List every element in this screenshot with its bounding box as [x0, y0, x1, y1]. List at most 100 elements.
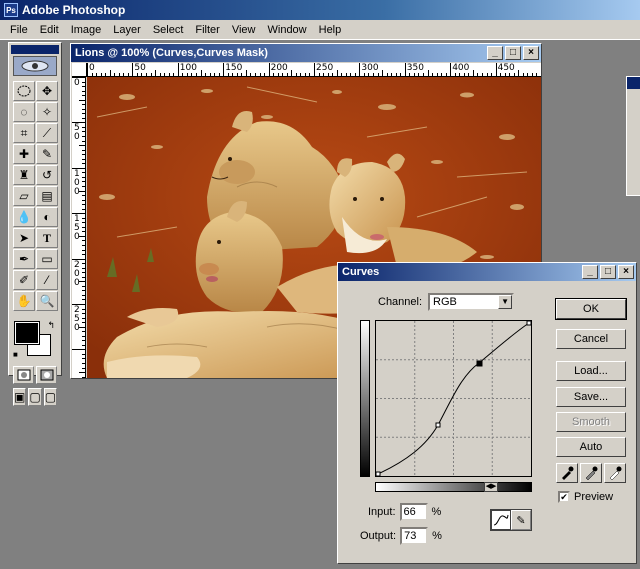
zoom-icon[interactable]: 🔍 — [36, 291, 58, 311]
eyedropper-icon[interactable]: ⁄ — [36, 270, 58, 290]
brush-icon[interactable]: ✎ — [36, 144, 58, 164]
full-screen-menu-mode-icon[interactable]: ▢ — [28, 388, 42, 406]
curve-point-selected[interactable] — [476, 360, 483, 367]
ruler-horizontal[interactable]: 0 50 100 150 200 250 300 350 400 450 — [87, 63, 541, 77]
curves-titlebar[interactable]: Curves _ □ × — [338, 263, 636, 281]
standard-mode-icon[interactable] — [13, 366, 34, 384]
swap-colors-icon[interactable]: ↰ — [47, 320, 55, 331]
ruler-label: 100 — [179, 63, 197, 73]
magic-wand-icon[interactable]: ✧ — [36, 102, 58, 122]
chevron-down-icon[interactable]: ▼ — [498, 295, 513, 309]
preview-checkbox[interactable]: ✔ — [558, 491, 570, 503]
shape-icon[interactable]: ▭ — [36, 249, 58, 269]
history-brush-icon[interactable]: ↺ — [36, 165, 58, 185]
gray-point-eyedropper-icon[interactable] — [580, 463, 602, 483]
menu-window[interactable]: Window — [262, 24, 313, 36]
menu-edit[interactable]: Edit — [34, 24, 65, 36]
menu-image[interactable]: Image — [65, 24, 108, 36]
gradient-icon[interactable]: ▤ — [36, 186, 58, 206]
menu-file[interactable]: File — [4, 24, 34, 36]
ruler-tick — [82, 158, 85, 160]
crop-icon[interactable]: ⌗ — [13, 123, 35, 143]
move-icon[interactable]: ✥ — [36, 81, 58, 101]
curve-graph[interactable] — [375, 320, 532, 477]
standard-screen-mode-icon[interactable]: ▣ — [13, 388, 27, 406]
curve-point-black[interactable] — [375, 471, 381, 477]
dodge-icon[interactable]: ◐ — [36, 207, 58, 227]
curve-point-midtone[interactable] — [435, 422, 441, 428]
notes-icon[interactable]: ✐ — [13, 270, 35, 290]
smooth-button[interactable]: Smooth — [556, 412, 626, 432]
eraser-icon[interactable]: ▱ — [13, 186, 35, 206]
ruler-tick — [82, 154, 85, 156]
ruler-tick — [79, 145, 85, 147]
ruler-tick — [495, 63, 497, 76]
output-field[interactable]: 73 — [400, 527, 429, 545]
maximize-button[interactable]: □ — [505, 46, 521, 60]
curves-close-button[interactable]: × — [618, 265, 634, 279]
minimize-button[interactable]: _ — [487, 46, 503, 60]
ruler-tick — [332, 73, 334, 76]
ruler-label: 450 — [497, 63, 515, 73]
load-button[interactable]: Load... — [556, 361, 626, 381]
ruler-tick — [245, 70, 247, 76]
curves-title: Curves — [342, 266, 380, 278]
ruler-tick — [82, 313, 85, 315]
palette-window-partial[interactable] — [626, 76, 640, 196]
channel-select[interactable]: RGB ▼ — [428, 293, 515, 311]
path-selection-icon[interactable]: ➤ — [13, 228, 35, 248]
ok-button[interactable]: OK — [555, 298, 627, 320]
ruler-origin[interactable] — [72, 63, 87, 77]
clone-stamp-icon[interactable]: ♜ — [13, 165, 35, 185]
hand-icon[interactable]: ✋ — [13, 291, 35, 311]
pencil-tool-icon[interactable]: ✎ — [511, 510, 531, 530]
default-colors-icon[interactable]: ■ — [13, 350, 18, 359]
curves-minimize-button[interactable]: _ — [582, 265, 598, 279]
adobe-online-eye-icon[interactable] — [13, 56, 57, 76]
full-screen-mode-icon[interactable]: ▢ — [43, 388, 58, 406]
ruler-tick — [82, 131, 85, 133]
document-titlebar[interactable]: Lions @ 100% (Curves,Curves Mask) _ □ × — [71, 44, 541, 62]
blur-icon[interactable]: 💧 — [13, 207, 35, 227]
ruler-tick — [127, 73, 129, 76]
curve-point-tool-icon[interactable] — [491, 510, 511, 530]
close-button[interactable]: × — [523, 46, 539, 60]
menu-filter[interactable]: Filter — [189, 24, 225, 36]
pen-icon[interactable]: ✒ — [13, 249, 35, 269]
ruler-tick — [463, 73, 465, 76]
black-point-eyedropper-icon[interactable] — [556, 463, 578, 483]
cancel-button[interactable]: Cancel — [556, 329, 626, 349]
toolbox-titlebar[interactable] — [11, 45, 59, 54]
gradient-toggle-icon[interactable]: ◀▶ — [484, 482, 498, 492]
save-button[interactable]: Save... — [556, 387, 626, 407]
healing-brush-icon[interactable]: ✚ — [13, 144, 35, 164]
ruler-tick — [318, 73, 320, 76]
slice-icon[interactable]: ⟋ — [36, 123, 58, 143]
ruler-vertical[interactable]: 0 5 0 1 0 0 1 5 0 2 0 0 2 5 0 — [72, 77, 86, 378]
ruler-tick — [382, 70, 384, 76]
ruler-tick — [82, 95, 85, 97]
ruler-tick — [82, 276, 85, 278]
ruler-tick — [377, 73, 379, 76]
ruler-tick — [472, 70, 474, 76]
ruler-tick — [459, 73, 461, 76]
input-field[interactable]: 66 — [399, 503, 428, 521]
marquee-icon[interactable] — [13, 81, 35, 101]
menu-select[interactable]: Select — [147, 24, 190, 36]
curves-maximize-button[interactable]: □ — [600, 265, 616, 279]
curve-point-white[interactable] — [526, 320, 532, 326]
menu-view[interactable]: View — [226, 24, 262, 36]
ruler-tick — [536, 73, 538, 76]
menu-layer[interactable]: Layer — [107, 24, 147, 36]
ruler-tick — [468, 73, 470, 76]
foreground-color-swatch[interactable] — [14, 321, 40, 345]
type-icon[interactable]: T — [36, 228, 58, 248]
auto-button[interactable]: Auto — [556, 437, 626, 457]
ruler-tick — [82, 290, 85, 292]
menu-help[interactable]: Help — [313, 24, 348, 36]
lasso-icon[interactable]: ◌ — [13, 102, 35, 122]
quick-mask-mode-icon[interactable] — [36, 366, 57, 384]
ruler-tick — [82, 199, 85, 201]
white-point-eyedropper-icon[interactable] — [604, 463, 626, 483]
ruler-tick — [436, 73, 438, 76]
